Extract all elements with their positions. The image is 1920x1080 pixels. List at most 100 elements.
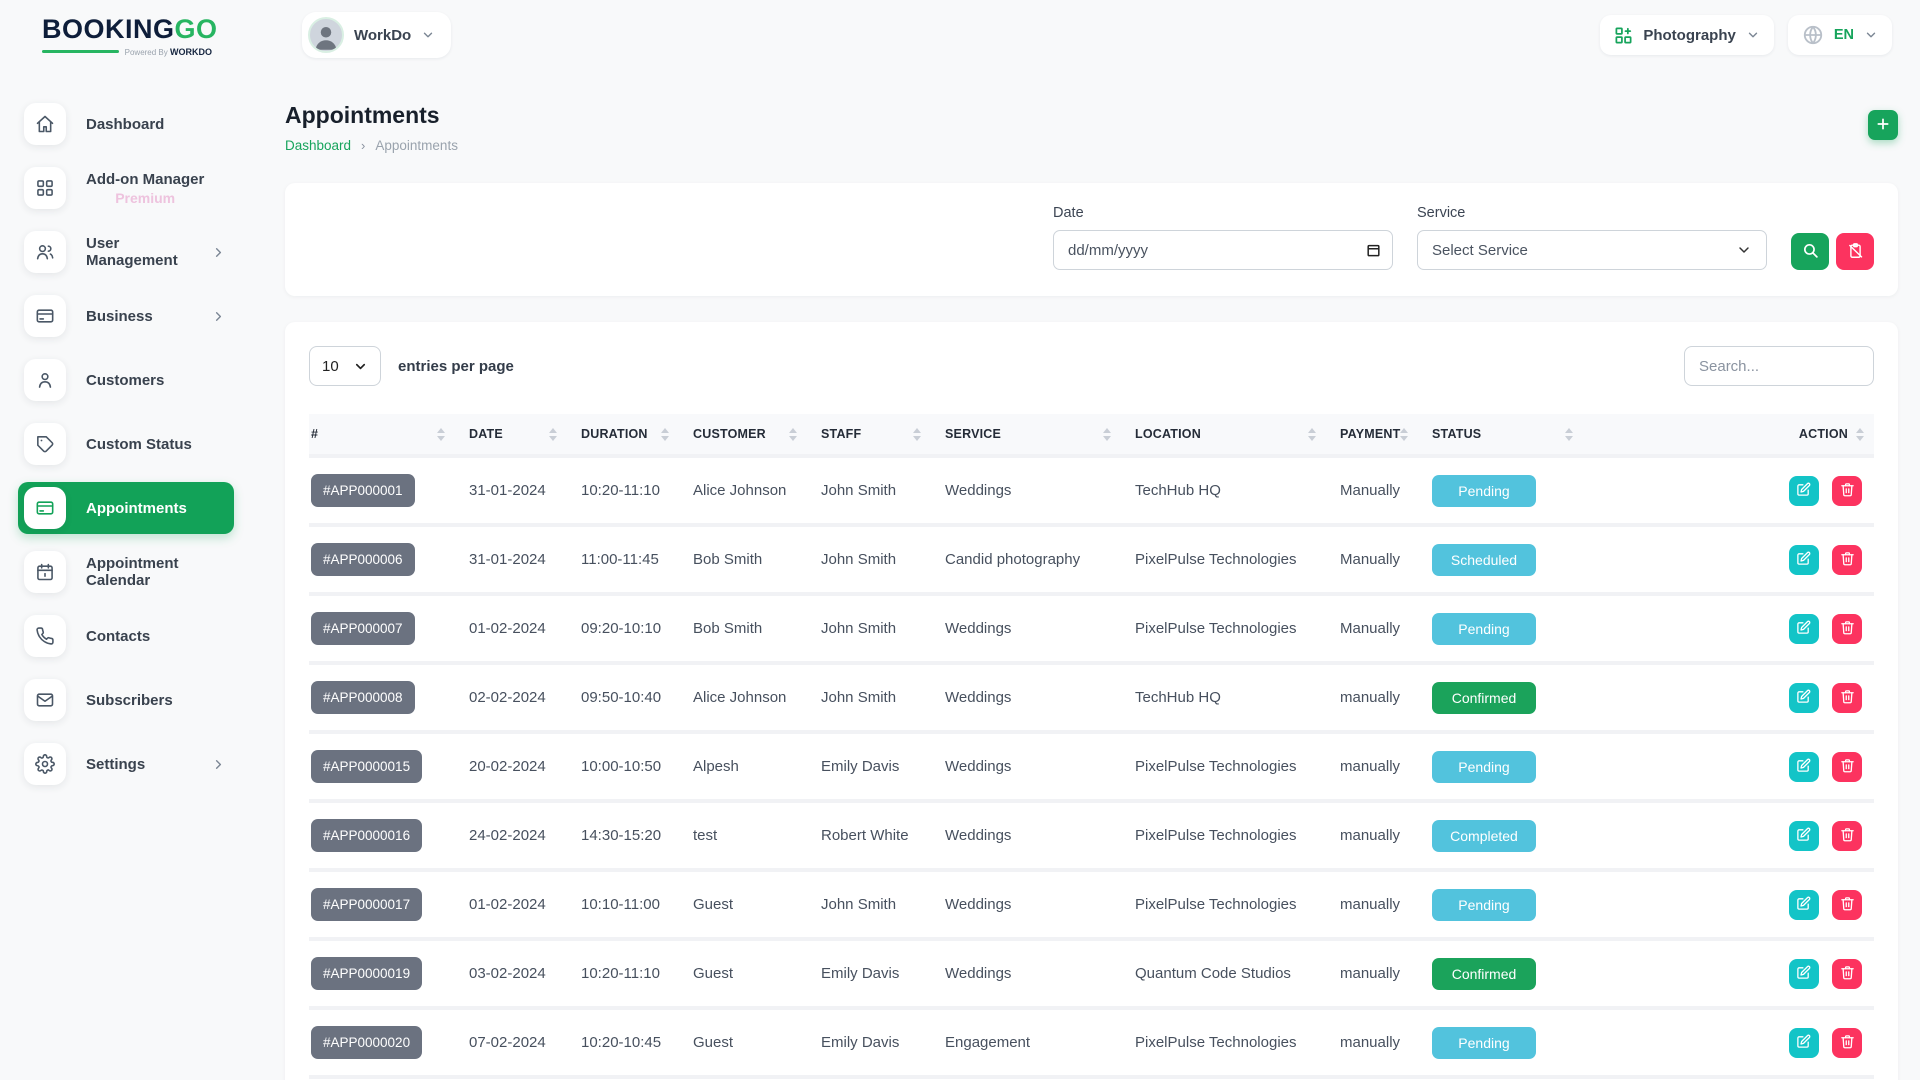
language-switcher[interactable]: EN [1788, 15, 1892, 55]
clipboard-off-icon [1847, 242, 1864, 262]
delete-button[interactable] [1832, 476, 1862, 506]
sidebar-item-label: Business [86, 308, 153, 325]
add-appointment-button[interactable] [1868, 110, 1898, 140]
calendar-picker-icon[interactable] [1366, 243, 1381, 258]
column-header-location[interactable]: LOCATION [1133, 414, 1338, 456]
trash-icon [1840, 827, 1855, 845]
sidebar-item-appointment-calendar[interactable]: Appointment Calendar [18, 546, 234, 598]
sidebar-item-label: Settings [86, 756, 145, 773]
cell-location: TechHub HQ [1133, 663, 1338, 732]
column-header-action[interactable]: ACTION [1595, 414, 1874, 456]
sidebar-item-subscribers[interactable]: Subscribers [18, 674, 234, 726]
appointment-id-badge: #APP0000015 [311, 750, 422, 783]
sort-arrows-icon[interactable] [1565, 428, 1573, 441]
chevron-down-icon [1864, 28, 1878, 42]
column-header-duration[interactable]: DURATION [579, 414, 691, 456]
edit-button[interactable] [1789, 821, 1819, 851]
delete-button[interactable] [1832, 890, 1862, 920]
delete-button[interactable] [1832, 545, 1862, 575]
sidebar-item-user-management[interactable]: User Management [18, 226, 234, 278]
edit-button[interactable] [1789, 683, 1819, 713]
cell-id: #APP0000016 [309, 801, 467, 870]
edit-button[interactable] [1789, 614, 1819, 644]
cell-id: #APP0000020 [309, 1008, 467, 1077]
delete-button[interactable] [1832, 1028, 1862, 1058]
status-badge: Scheduled [1432, 544, 1536, 576]
sort-arrows-icon[interactable] [1103, 428, 1111, 441]
page-header: Appointments Dashboard › Appointments [285, 102, 1898, 153]
edit-button[interactable] [1789, 959, 1819, 989]
sort-arrows-icon[interactable] [1308, 428, 1316, 441]
delete-button[interactable] [1832, 614, 1862, 644]
column-header-service[interactable]: SERVICE [943, 414, 1133, 456]
table-search-input[interactable] [1684, 346, 1874, 386]
column-header-payment[interactable]: PAYMENT [1338, 414, 1430, 456]
delete-button[interactable] [1832, 752, 1862, 782]
column-header-date[interactable]: DATE [467, 414, 579, 456]
delete-button[interactable] [1832, 821, 1862, 851]
edit-button[interactable] [1789, 890, 1819, 920]
entries-per-page-value: 10 [322, 358, 339, 375]
cell-date: 31-01-2024 [467, 456, 579, 525]
sidebar-item-add-on-manager[interactable]: Add-on Manager Premium [18, 162, 234, 214]
status-badge: Pending [1432, 1027, 1536, 1059]
date-label: Date [1053, 205, 1393, 221]
main-content: Appointments Dashboard › Appointments Da… [250, 70, 1920, 1080]
breadcrumb-dashboard-link[interactable]: Dashboard [285, 138, 351, 153]
column-header-status[interactable]: STATUS [1430, 414, 1595, 456]
table-row: #APP0000015 20-02-2024 10:00-10:50 Alpes… [309, 732, 1874, 801]
business-switcher[interactable]: Photography [1600, 15, 1774, 55]
filter-search-button[interactable] [1791, 233, 1829, 270]
globe-icon [1802, 24, 1824, 46]
edit-button[interactable] [1789, 545, 1819, 575]
sidebar-item-custom-status[interactable]: Custom Status [18, 418, 234, 470]
cell-date: 07-02-2024 [467, 1008, 579, 1077]
cell-customer: Guest [691, 1008, 819, 1077]
sort-arrows-icon[interactable] [437, 428, 445, 441]
entries-per-page-select[interactable]: 10 [309, 346, 381, 386]
edit-button[interactable] [1789, 476, 1819, 506]
sidebar-item-settings[interactable]: Settings [18, 738, 234, 790]
delete-button[interactable] [1832, 683, 1862, 713]
sidebar-item-appointments[interactable]: Appointments [18, 482, 234, 534]
sort-arrows-icon[interactable] [661, 428, 669, 441]
appointment-id-badge: #APP0000020 [311, 1026, 422, 1059]
sort-arrows-icon[interactable] [1856, 428, 1864, 441]
trash-icon [1840, 689, 1855, 707]
column-header-customer[interactable]: CUSTOMER [691, 414, 819, 456]
cell-id: #APP000008 [309, 663, 467, 732]
sidebar-item-customers[interactable]: Customers [18, 354, 234, 406]
column-header-staff[interactable]: STAFF [819, 414, 943, 456]
cell-location: PixelPulse Technologies [1133, 870, 1338, 939]
delete-button[interactable] [1832, 959, 1862, 989]
cell-action [1595, 801, 1874, 870]
sidebar-item-label: Appointment Calendar [86, 555, 226, 589]
edit-pencil-icon [1796, 1034, 1811, 1052]
chevron-down-icon [1746, 28, 1760, 42]
service-select[interactable]: Select Service [1417, 230, 1767, 270]
workspace-switcher[interactable]: WorkDo [302, 12, 451, 58]
chevron-right-icon [211, 309, 226, 324]
filter-reset-button[interactable] [1836, 233, 1874, 270]
cell-date: 20-02-2024 [467, 732, 579, 801]
cell-staff: John Smith [819, 456, 943, 525]
users-icon [24, 231, 66, 273]
cell-id: #APP000001 [309, 456, 467, 525]
sidebar-item-contacts[interactable]: Contacts [18, 610, 234, 662]
column-header-id[interactable]: # [309, 414, 467, 456]
sidebar-item-business[interactable]: Business [18, 290, 234, 342]
avatar [308, 17, 344, 53]
search-icon [1802, 242, 1819, 262]
date-input[interactable] [1053, 230, 1393, 270]
plus-icon [1875, 116, 1891, 135]
sort-arrows-icon[interactable] [913, 428, 921, 441]
sort-arrows-icon[interactable] [549, 428, 557, 441]
appointment-id-badge: #APP0000016 [311, 819, 422, 852]
sort-arrows-icon[interactable] [789, 428, 797, 441]
edit-button[interactable] [1789, 1028, 1819, 1058]
cell-payment: manually [1338, 732, 1430, 801]
sidebar-item-dashboard[interactable]: Dashboard [18, 98, 234, 150]
sort-arrows-icon[interactable] [1400, 428, 1408, 441]
cell-service: Candid photography [943, 525, 1133, 594]
edit-button[interactable] [1789, 752, 1819, 782]
